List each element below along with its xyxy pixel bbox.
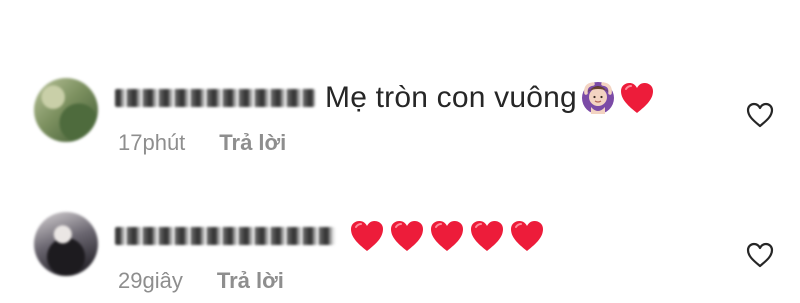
avatar[interactable]	[34, 78, 98, 142]
timestamp: 29giây	[118, 268, 183, 293]
comment-meta: 29giây Trả lời	[118, 268, 284, 294]
username-blurred[interactable]	[115, 89, 315, 107]
comment-item: Mẹ tròn con vuông 17phút Trả lời	[0, 58, 800, 168]
avatar[interactable]	[34, 212, 98, 276]
red-heart-emoji	[620, 83, 653, 113]
comment-meta: 17phút Trả lời	[118, 130, 286, 156]
red-heart-emoji	[431, 221, 463, 251]
timestamp: 17phút	[118, 130, 186, 155]
comment-item: 29giây Trả lời	[0, 200, 800, 303]
comment-body: Mẹ tròn con vuông	[115, 76, 655, 120]
red-heart-emoji	[351, 221, 383, 251]
reply-button[interactable]: Trả lời	[219, 130, 286, 156]
heart-outline-icon[interactable]	[745, 240, 775, 270]
reply-button[interactable]: Trả lời	[217, 268, 284, 294]
username-blurred[interactable]	[115, 227, 335, 245]
comment-body	[115, 214, 545, 258]
woman-gesturing-ok-emoji	[581, 82, 614, 114]
red-heart-emoji	[511, 221, 543, 251]
red-heart-emoji	[471, 221, 503, 251]
heart-outline-icon[interactable]	[745, 100, 775, 130]
red-heart-emoji	[391, 221, 423, 251]
comment-text: Mẹ tròn con vuông	[325, 81, 577, 114]
